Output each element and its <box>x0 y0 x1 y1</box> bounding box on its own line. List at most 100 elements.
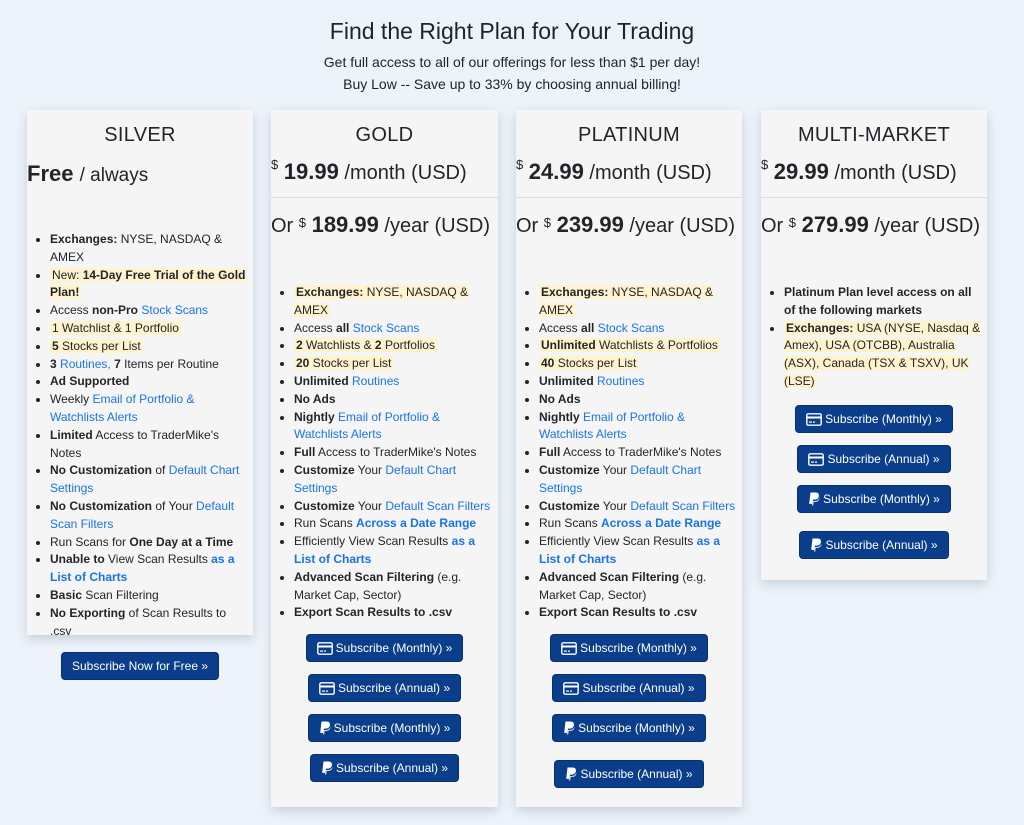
page-subtitle-annual: Buy Low -- Save up to 33% by choosing an… <box>343 76 681 92</box>
feature-item: Exchanges: USA (NYSE, Nasdaq & Amex), US… <box>784 320 987 391</box>
feature-item: Unlimited Routines <box>294 373 498 391</box>
feature-item: Exchanges: NYSE, NASDAQ & AMEX <box>539 284 742 320</box>
paypal-subscribe-monthly-button[interactable]: Subscribe (Monthly) » <box>797 484 951 513</box>
feature-item: Exchanges: NYSE, NASDAQ & AMEX <box>294 284 498 320</box>
feature-item: 1 Watchlist & 1 Portfolio <box>50 320 253 338</box>
routines-link[interactable]: Routines <box>597 374 644 388</box>
feature-item: Unlimited Routines <box>539 373 742 391</box>
card-subscribe-monthly-button[interactable]: Subscribe (Monthly) » <box>795 404 953 433</box>
credit-card-icon <box>561 642 578 656</box>
feature-item: 20 Stocks per List <box>294 355 498 373</box>
feature-item: 40 Stocks per List <box>539 355 742 373</box>
plan-name: PLATINUM <box>577 124 681 146</box>
plan-name: GOLD <box>355 124 414 146</box>
page-subtitle: Get full access to all of our offerings … <box>323 54 701 70</box>
feature-item: Unable to View Scan Results as a List of… <box>50 551 253 587</box>
credit-card-icon <box>563 682 580 696</box>
feature-item: Run Scans Across a Date Range <box>539 515 742 533</box>
monthly-price: $ 24.99 /month (USD) <box>516 157 742 198</box>
paypal-icon <box>564 721 575 735</box>
feature-item: Access all Stock Scans <box>539 320 742 338</box>
routines-link[interactable]: Routines <box>352 374 399 388</box>
plan-card-gold: GOLD $ 19.99 /month (USD) Or $ 189.99 /y… <box>271 110 498 807</box>
feature-item: Customize Your Default Scan Filters <box>539 498 742 516</box>
feature-item: Run Scans Across a Date Range <box>294 515 498 533</box>
feature-item: Customize Your Default Chart Settings <box>294 462 498 498</box>
credit-card-icon <box>806 412 823 426</box>
feature-item: Export Scan Results to .csv <box>539 604 742 622</box>
stock-scans-link[interactable]: Stock Scans <box>598 321 665 335</box>
feature-list: Exchanges: NYSE, NASDAQ & AMEX Access al… <box>516 284 742 622</box>
plan-name: MULTI-MARKET <box>797 124 951 146</box>
card-subscribe-annual-button[interactable]: Subscribe (Annual) » <box>797 444 951 473</box>
page-header: Find the Right Plan for Your Trading Get… <box>0 0 1024 92</box>
paypal-icon <box>809 492 820 506</box>
feature-item: Export Scan Results to .csv <box>294 604 498 622</box>
feature-item: Customize Your Default Chart Settings <box>539 462 742 498</box>
price-value: Free <box>27 161 74 186</box>
feature-item: Access all Stock Scans <box>294 320 498 338</box>
feature-list: Exchanges: NYSE, NASDAQ & AMEX Access al… <box>271 284 498 622</box>
feature-list: Exchanges: NYSE, NASDAQ & AMEX New: 14-D… <box>27 231 253 640</box>
feature-item: New: 14-Day Free Trial of the Gold Plan! <box>50 267 253 303</box>
plan-name: SILVER <box>104 124 176 146</box>
credit-card-icon <box>808 452 825 466</box>
feature-item: 5 Stocks per List <box>50 338 253 356</box>
feature-item: Advanced Scan Filtering (e.g. Market Cap… <box>539 569 742 605</box>
plan-card-silver: SILVER Free / always Exchanges: NYSE, NA… <box>27 110 253 681</box>
monthly-price: $ 29.99 /month (USD) <box>761 157 987 198</box>
feature-item: Unlimited Watchlists & Portfolios <box>539 337 742 355</box>
feature-item: No Ads <box>539 391 742 409</box>
credit-card-icon <box>319 682 335 696</box>
routines-link[interactable]: Routines, <box>60 357 111 371</box>
feature-item: Exchanges: NYSE, NASDAQ & AMEX <box>50 231 253 267</box>
card-subscribe-monthly-button[interactable]: Subscribe (Monthly) » <box>550 634 708 663</box>
paypal-subscribe-annual-button[interactable]: Subscribe (Annual) » <box>554 760 704 789</box>
paypal-icon <box>319 721 331 735</box>
paypal-icon <box>322 761 333 775</box>
price-period: / always <box>79 165 149 186</box>
stock-scans-link[interactable]: Stock Scans <box>141 303 208 317</box>
paypal-subscribe-annual-button[interactable]: Subscribe (Annual) » <box>799 530 949 559</box>
plan-card-platinum: PLATINUM $ 24.99 /month (USD) Or $ 239.9… <box>516 110 742 807</box>
default-scan-filters-link[interactable]: Default Scan Filters <box>630 499 735 513</box>
default-scan-filters-link[interactable]: Default Scan Filters <box>385 499 490 513</box>
stock-scans-link[interactable]: Stock Scans <box>353 321 420 335</box>
feature-item: Customize Your Default Scan Filters <box>294 498 498 516</box>
feature-item: Basic Scan Filtering <box>50 587 253 605</box>
feature-item: Nightly Email of Portfolio & Watchlists … <box>294 409 498 445</box>
feature-item: Efficiently View Scan Results as a List … <box>539 533 742 569</box>
card-subscribe-monthly-button[interactable]: Subscribe (Monthly) » <box>305 634 464 663</box>
paypal-subscribe-monthly-button[interactable]: Subscribe (Monthly) » <box>552 714 706 743</box>
feature-item: Advanced Scan Filtering (e.g. Market Cap… <box>294 569 498 605</box>
yearly-price: Or $ 189.99 /year (USD) <box>271 212 490 237</box>
feature-item: Full Access to TraderMike's Notes <box>294 444 498 462</box>
subscribe-free-button[interactable]: Subscribe Now for Free » <box>60 652 220 681</box>
feature-item: Efficiently View Scan Results as a List … <box>294 533 498 569</box>
paypal-subscribe-monthly-button[interactable]: Subscribe (Monthly) » <box>307 714 462 743</box>
yearly-price: Or $ 239.99 /year (USD) <box>516 212 735 237</box>
feature-item: No Exporting of Scan Results to .csv <box>50 605 253 641</box>
paypal-icon <box>811 538 822 552</box>
feature-item: Nightly Email of Portfolio & Watchlists … <box>539 409 742 445</box>
card-subscribe-annual-button[interactable]: Subscribe (Annual) » <box>307 674 462 703</box>
date-range-link[interactable]: Across a Date Range <box>601 516 721 530</box>
feature-item: 3 Routines, 7 Items per Routine <box>50 356 253 374</box>
date-range-link[interactable]: Across a Date Range <box>356 516 476 530</box>
paypal-subscribe-annual-button[interactable]: Subscribe (Annual) » <box>309 754 460 783</box>
card-subscribe-annual-button[interactable]: Subscribe (Annual) » <box>552 674 706 703</box>
credit-card-icon <box>316 642 333 656</box>
feature-item: Platinum Plan level access on all of the… <box>784 284 987 320</box>
plan-card-multi-market: MULTI-MARKET $ 29.99 /month (USD) Or $ 2… <box>761 110 987 580</box>
plan-price: Free / always <box>27 161 253 187</box>
feature-item: 2 Watchlists & 2 Portfolios <box>294 337 498 355</box>
feature-item: No Customization of Default Chart Settin… <box>50 462 253 498</box>
feature-item: Full Access to TraderMike's Notes <box>539 444 742 462</box>
paypal-icon <box>566 767 577 781</box>
feature-item: Ad Supported <box>50 373 253 391</box>
feature-item: Limited Access to TraderMike's Notes <box>50 427 253 463</box>
feature-item: Access non-Pro Stock Scans <box>50 302 253 320</box>
monthly-price: $ 19.99 /month (USD) <box>271 157 498 198</box>
yearly-price: Or $ 279.99 /year (USD) <box>761 212 980 237</box>
feature-item: Run Scans for One Day at a Time <box>50 534 253 552</box>
